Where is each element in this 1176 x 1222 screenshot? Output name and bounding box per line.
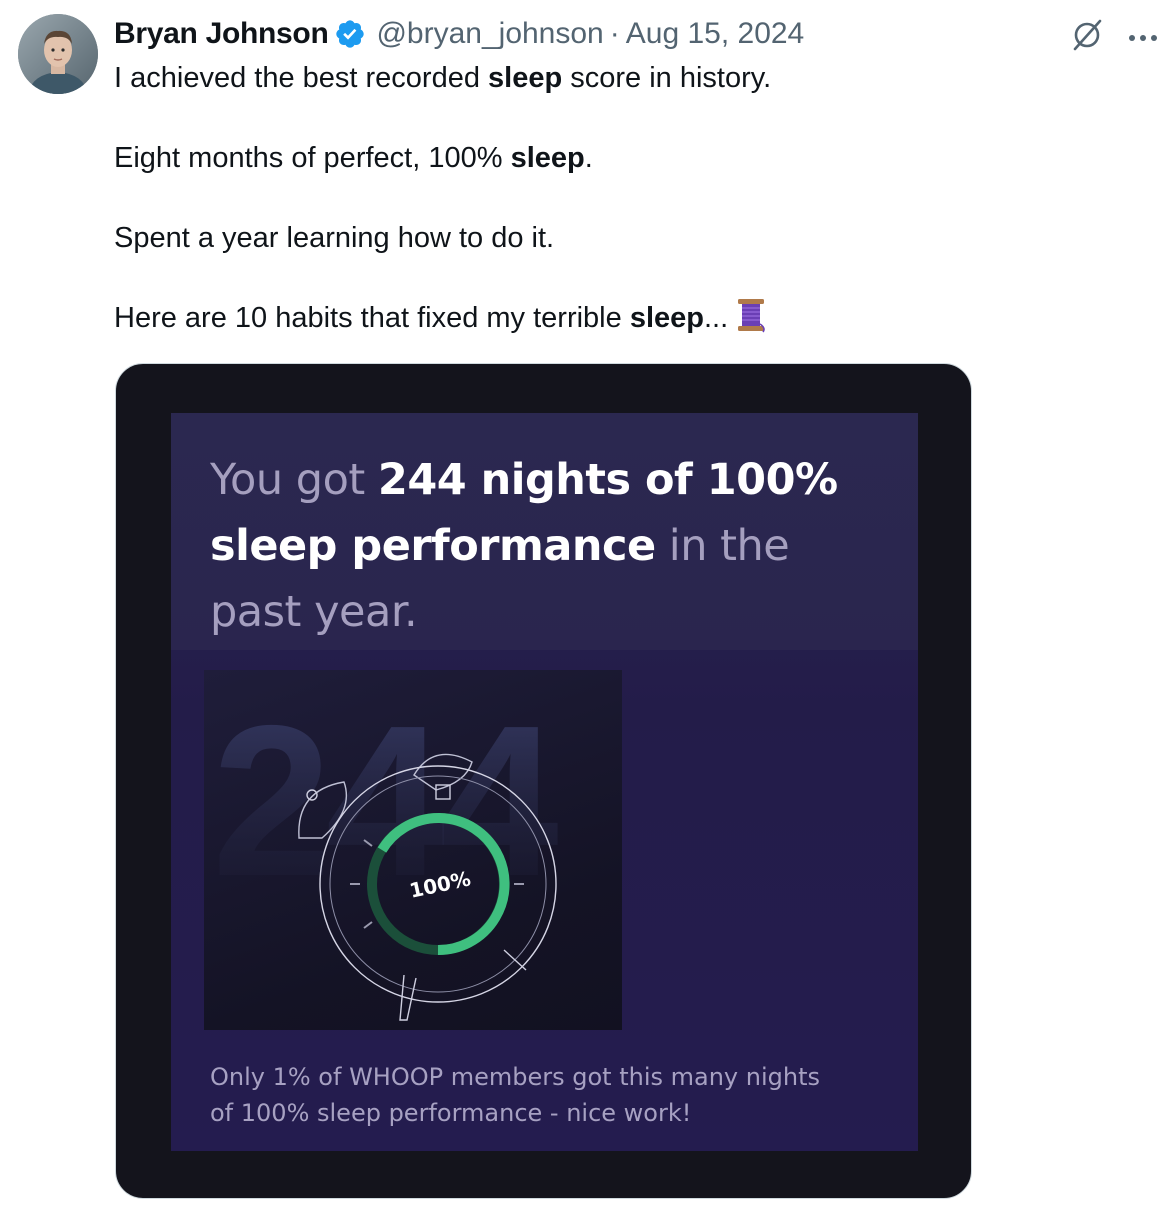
- spool-of-thread-icon: [734, 297, 768, 346]
- author-name[interactable]: Bryan Johnson: [114, 17, 329, 51]
- avatar-image: [18, 14, 98, 94]
- separator-dot: ·: [609, 17, 620, 50]
- verified-badge-icon: [334, 18, 366, 50]
- card-footer-text: Only 1% of WHOOP members got this many n…: [210, 1063, 820, 1127]
- tweet-line-1: I achieved the best recorded sleep score…: [114, 62, 772, 94]
- grok-icon[interactable]: [1070, 18, 1104, 57]
- hashtag-sleep-link: sleep: [488, 62, 563, 94]
- avatar[interactable]: [18, 14, 98, 94]
- tweet-header: Bryan Johnson @bryan_johnson · Aug 15, 2…: [114, 14, 804, 54]
- whoop-card: You got 244 nights of 100% sleep perform…: [171, 413, 918, 1151]
- tweet-line-2: Eight months of perfect, 100% sleep.: [114, 142, 593, 174]
- tweet-media[interactable]: You got 244 nights of 100% sleep perform…: [115, 363, 972, 1199]
- more-icon[interactable]: [1128, 29, 1158, 47]
- alarm-clock-graphic: 244 100%: [204, 670, 622, 1030]
- tweet-text: I achieved the best recorded sleep score…: [114, 56, 1134, 382]
- card-headline: You got 244 nights of 100% sleep perform…: [210, 455, 838, 637]
- tweet-line-4: Here are 10 habits that fixed my terribl…: [114, 296, 1134, 346]
- hashtag-sleep-link: sleep: [510, 142, 585, 174]
- tweet-date[interactable]: Aug 15, 2024: [626, 17, 805, 51]
- tweet-line-3: Spent a year learning how to do it.: [114, 222, 555, 254]
- hashtag-sleep-link: sleep: [629, 302, 704, 334]
- tweet-actions-top: [1070, 18, 1158, 57]
- author-handle[interactable]: @bryan_johnson: [376, 17, 603, 51]
